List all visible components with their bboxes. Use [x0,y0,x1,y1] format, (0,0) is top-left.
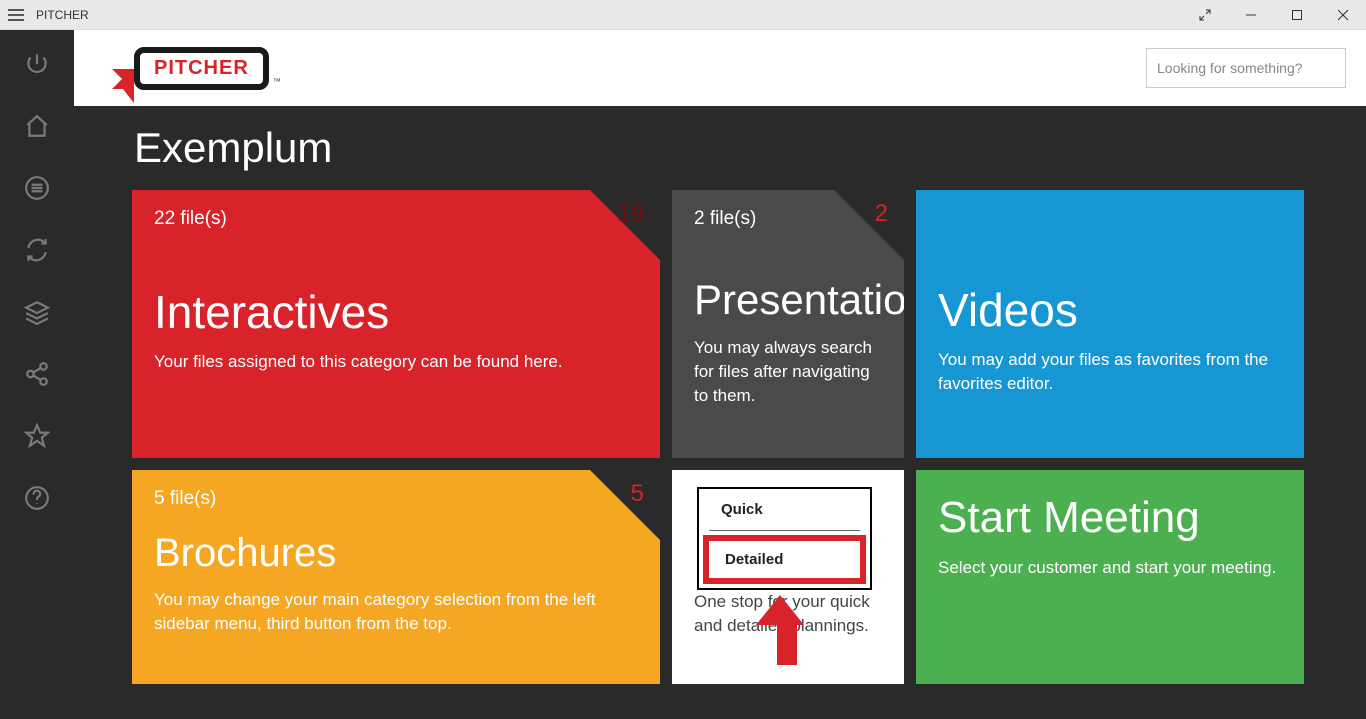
search-input[interactable] [1146,48,1346,88]
maximize-icon[interactable] [1274,0,1320,30]
tile-brochures[interactable]: 5 file(s) 5 Brochures You may change you… [132,470,660,684]
popup-highlight: Detailed [703,535,866,584]
tile-desc: You may add your files as favorites from… [938,348,1282,396]
minimize-icon[interactable] [1228,0,1274,30]
tile-file-count: 5 file(s) [154,488,638,510]
planning-popup: Quick Detailed [697,487,872,590]
refresh-icon[interactable] [17,230,57,270]
tile-desc: Select your customer and start your meet… [938,556,1282,580]
popup-option-detailed[interactable]: Detailed [709,541,860,578]
window-titlebar: PITCHER [0,0,1366,30]
help-icon[interactable] [17,478,57,518]
share-icon[interactable] [17,354,57,394]
list-icon[interactable] [17,168,57,208]
tile-start-meeting[interactable]: Start Meeting Select your customer and s… [916,470,1304,684]
sidebar [0,30,74,719]
popup-option-quick[interactable]: Quick [699,489,870,530]
tile-videos[interactable]: Videos You may add your files as favorit… [916,190,1304,458]
tile-desc: You may change your main category select… [154,588,638,636]
close-icon[interactable] [1320,0,1366,30]
tile-badge: 19 [617,200,644,228]
tile-title: Start Meeting [938,494,1282,542]
annotation-arrow-icon [770,595,804,665]
expand-icon[interactable] [1182,0,1228,30]
tile-badge: 5 [631,480,644,508]
star-icon[interactable] [17,416,57,456]
tile-title: Brochures [154,532,638,574]
home-icon[interactable] [17,106,57,146]
logo-text: PITCHER [154,57,249,79]
tile-title: Presentations [694,278,882,322]
app-logo: PITCHER ™ [134,47,269,90]
topbar: PITCHER ™ [74,30,1366,106]
tile-title: Videos [938,286,1282,334]
logo-tm: ™ [273,77,281,86]
power-icon[interactable] [17,44,57,84]
tile-desc: Your files assigned to this category can… [154,350,638,374]
tile-presentations[interactable]: 2 file(s) 2 Presentations You may always… [672,190,904,458]
tile-interactives[interactable]: 22 file(s) 19 Interactives Your files as… [132,190,660,458]
tile-title: Interactives [154,288,638,336]
window-title: PITCHER [36,8,89,22]
page-title: Exemplum [134,124,1308,172]
tile-badge: 2 [875,200,888,228]
popup-separator [709,530,860,531]
layers-icon[interactable] [17,292,57,332]
tile-file-count: 22 file(s) [154,208,638,230]
tile-desc: You may always search for files after na… [694,336,882,407]
hamburger-icon[interactable] [8,9,24,21]
